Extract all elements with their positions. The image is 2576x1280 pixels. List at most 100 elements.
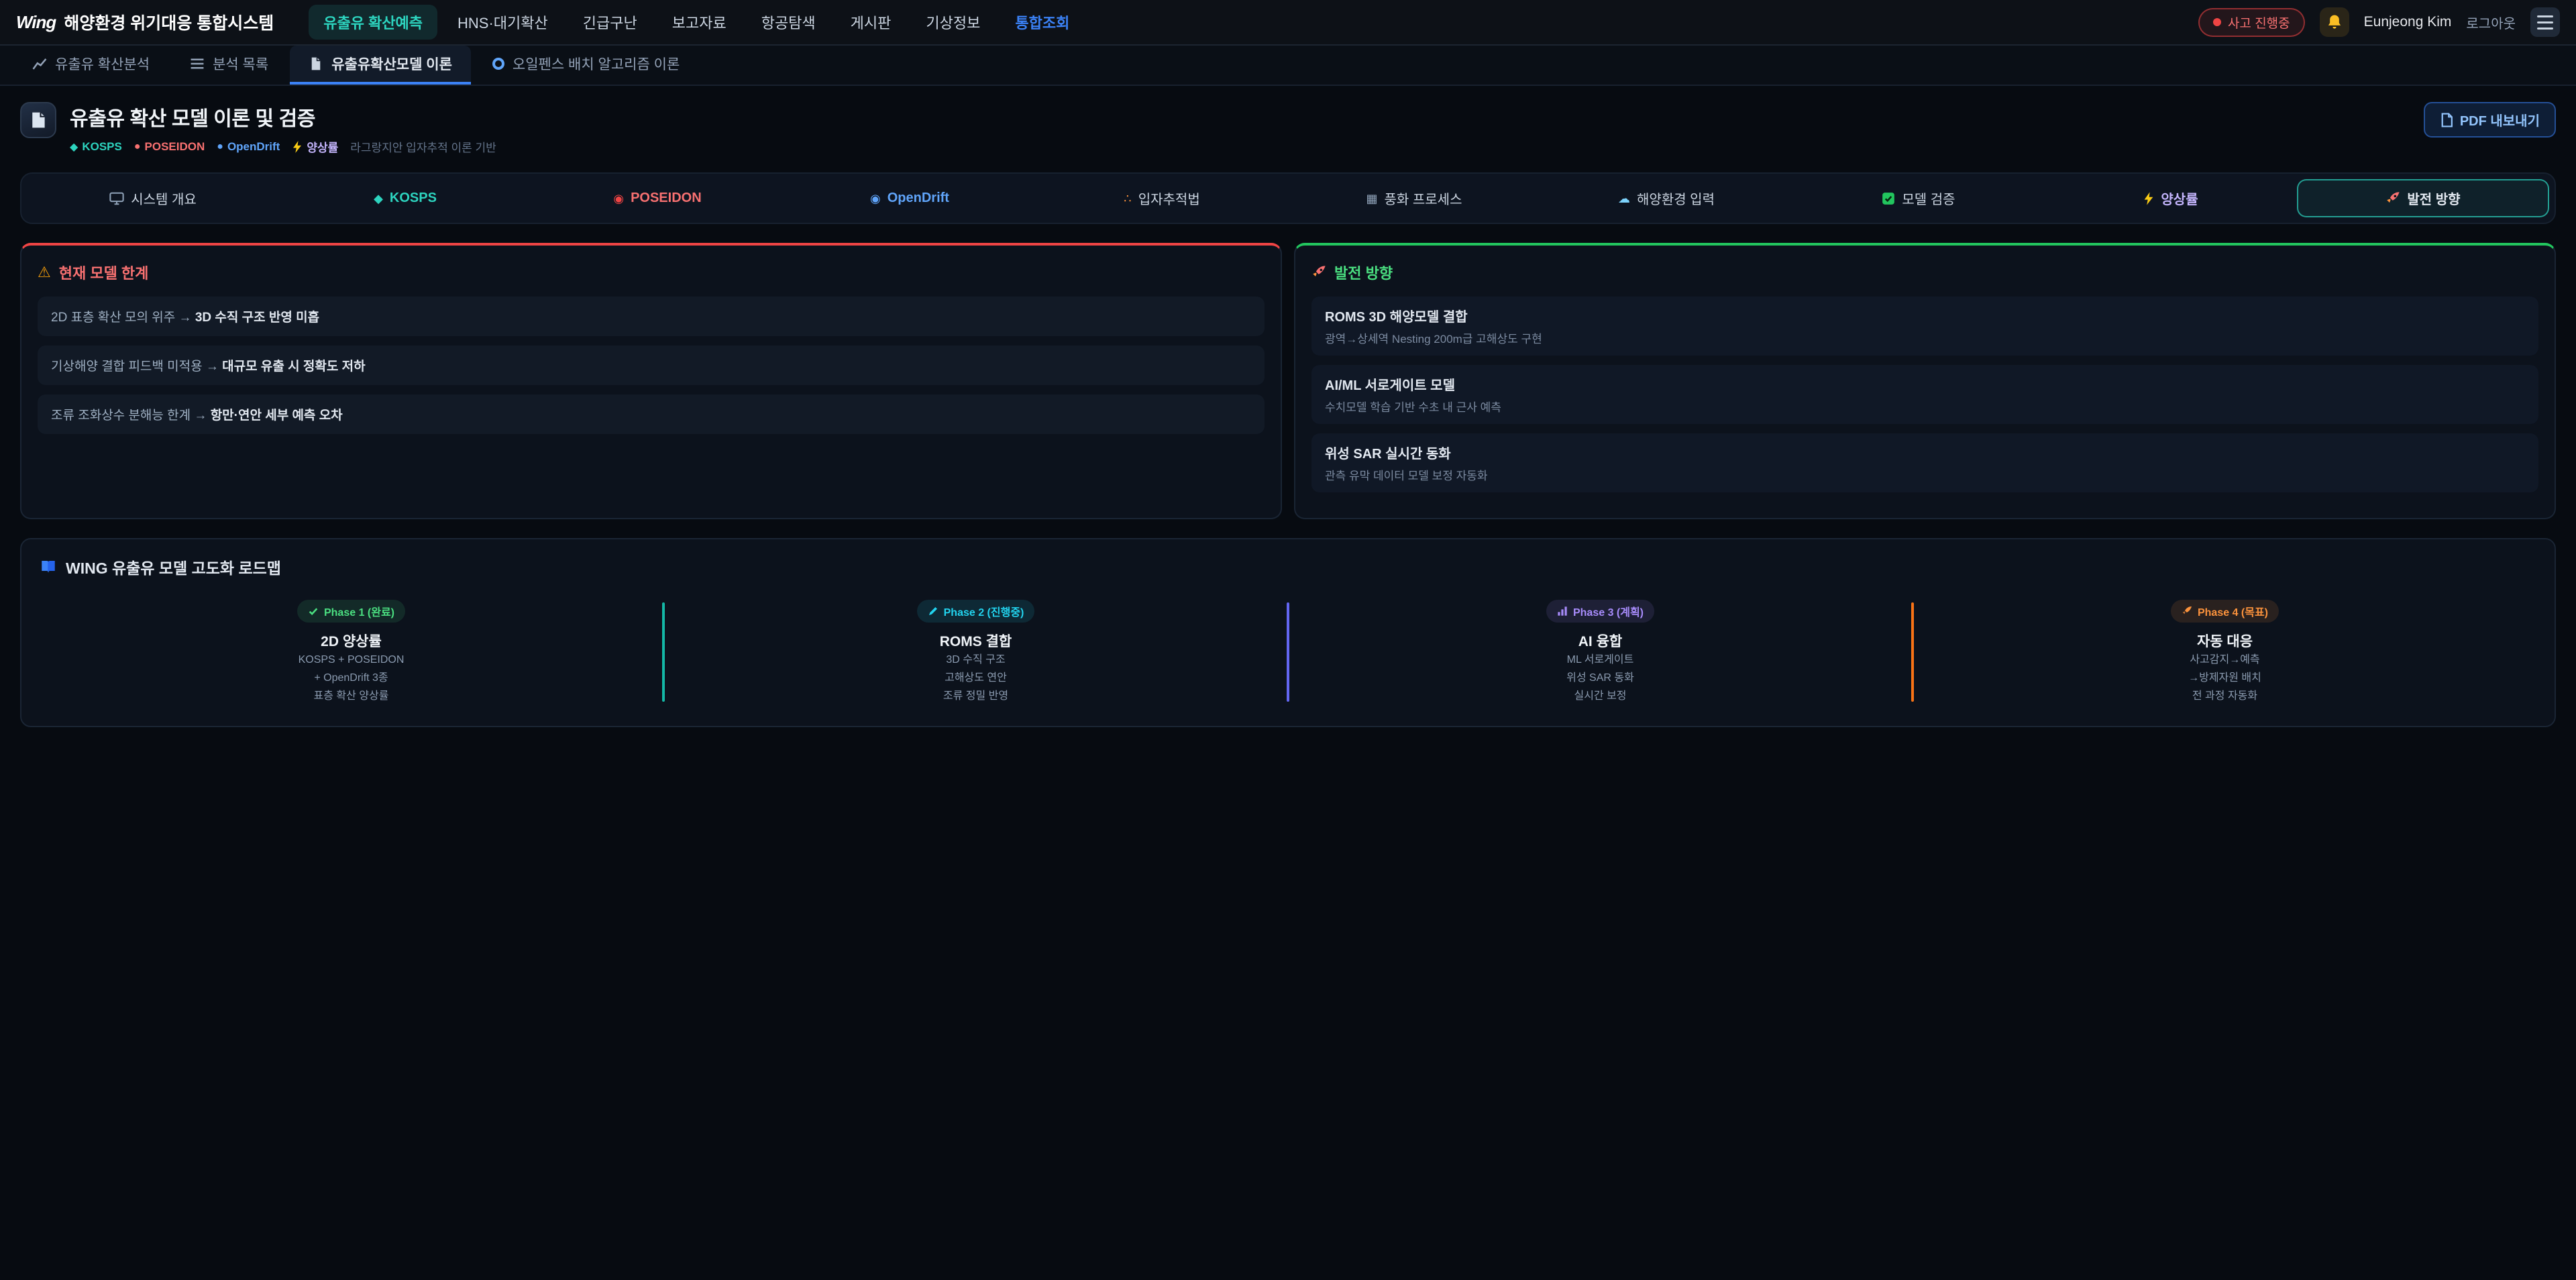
section-tab-model-validation[interactable]: 모델 검증 — [1792, 179, 2045, 217]
logout-button[interactable]: 로그아웃 — [2466, 13, 2516, 32]
donut-circle-icon — [492, 58, 504, 70]
limitation-item: 기상해양 결합 피드백 미적용 → 대규모 유출 시 정확도 저하 — [38, 345, 1265, 385]
info-panels-row: ⚠ 현재 모델 한계 2D 표층 확산 모의 위주 → 3D 수직 구조 반영 … — [20, 243, 2556, 519]
phase-1-name: 2D 양상률 — [321, 631, 382, 651]
app-logo[interactable]: Wing 해양환경 위기대응 통합시스템 — [16, 10, 274, 34]
limitation-item: 조류 조화상수 분해능 한계 → 항만·연안 세부 예측 오차 — [38, 394, 1265, 434]
tab-spill-analysis[interactable]: 유출유 확산분석 — [13, 46, 168, 85]
secondary-tab-bar: 유출유 확산분석 분석 목록 유출유확산모델 이론 오일펜스 배치 알고리즘 이… — [0, 46, 2576, 86]
nav-item-weather-info[interactable]: 기상정보 — [911, 5, 995, 40]
nav-item-integrated-search[interactable]: 통합조회 — [1000, 5, 1084, 40]
phase-3-badge: Phase 3 (계획) — [1546, 600, 1654, 623]
phase-1-badge: Phase 1 (완료) — [297, 600, 405, 623]
directions-panel-title: 발전 방향 — [1311, 262, 2538, 283]
nav-item-aerial-search[interactable]: 항공탐색 — [747, 5, 830, 40]
limitation-item: 2D 표층 확산 모의 위주 → 3D 수직 구조 반영 미흡 — [38, 297, 1265, 336]
section-tab-particle-tracking[interactable]: ∴ 입자추적법 — [1036, 179, 1288, 217]
badge-yangsang: 양상률 — [292, 138, 338, 155]
roadmap-phase-2: Phase 2 (진행중) ROMS 결합 3D 수직 구조 고해상도 연안 조… — [665, 600, 1287, 704]
badge-opendrift: ●OpenDrift — [217, 140, 280, 154]
roadmap-title: WING 유출유 모델 고도화 로드맵 — [40, 555, 2536, 578]
cloud-icon: ☁ — [1618, 193, 1630, 205]
nav-item-oil-spill-prediction[interactable]: 유출유 확산예측 — [309, 5, 437, 40]
topnav-right-group: 사고 진행중 Eunjeong Kim 로그아웃 — [2198, 7, 2560, 37]
notification-bell-button[interactable] — [2320, 7, 2349, 37]
tab-analysis-list[interactable]: 분석 목록 — [171, 46, 287, 85]
direction-item: AI/ML 서로게이트 모델 수치모델 학습 기반 수초 내 근사 예측 — [1311, 365, 2538, 424]
tab-spill-model-theory[interactable]: 유출유확산모델 이론 — [290, 46, 471, 85]
section-tab-ocean-environment-input[interactable]: ☁ 해양환경 입력 — [1540, 179, 1792, 217]
bell-icon — [2326, 13, 2343, 31]
page-header: 유출유 확산 모델 이론 및 검증 ◆KOSPS ●POSEIDON ●Open… — [20, 102, 2556, 155]
badge-kosps: ◆KOSPS — [70, 140, 122, 154]
phase-3-name: AI 융합 — [1578, 631, 1622, 651]
model-badge-row: ◆KOSPS ●POSEIDON ●OpenDrift 양상률 라그랑지안 입자… — [70, 138, 496, 155]
nav-item-reports[interactable]: 보고자료 — [657, 5, 741, 40]
hamburger-icon — [2537, 15, 2553, 17]
development-direction-panel: 발전 방향 ROMS 3D 해양모델 결합 광역→상세역 Nesting 200… — [1294, 243, 2556, 519]
roadmap-phase-1: Phase 1 (완료) 2D 양상률 KOSPS + POSEIDON + O… — [40, 600, 662, 704]
roadmap-phases: Phase 1 (완료) 2D 양상률 KOSPS + POSEIDON + O… — [40, 600, 2536, 704]
rocket-icon — [1311, 265, 1326, 280]
page-title: 유출유 확산 모델 이론 및 검증 — [70, 102, 496, 131]
bolt-icon — [2143, 192, 2154, 205]
nav-item-emergency-rescue[interactable]: 긴급구난 — [568, 5, 652, 40]
section-tab-kosps[interactable]: ◆ KOSPS — [279, 179, 531, 217]
wing-logo-icon: Wing — [16, 12, 56, 33]
section-tab-poseidon[interactable]: ◉ POSEIDON — [531, 179, 784, 217]
phase-2-badge: Phase 2 (진행중) — [917, 600, 1035, 623]
page-title-icon-box — [20, 102, 56, 138]
book-icon — [40, 559, 56, 575]
direction-item: ROMS 3D 해양모델 결합 광역→상세역 Nesting 200m급 고해상… — [1311, 297, 2538, 356]
page-title-block: 유출유 확산 모델 이론 및 검증 ◆KOSPS ●POSEIDON ●Open… — [70, 102, 496, 155]
pdf-export-button[interactable]: PDF 내보내기 — [2424, 102, 2556, 138]
section-tab-development-direction[interactable]: 발전 방향 — [2297, 179, 2549, 217]
application-window: Wing 해양환경 위기대응 통합시스템 유출유 확산예측 HNS·대기확산 긴… — [0, 0, 2576, 1280]
nav-item-board[interactable]: 게시판 — [836, 5, 906, 40]
nav-item-hns-air-diffusion[interactable]: HNS·대기확산 — [443, 5, 563, 40]
diamond-icon: ◆ — [374, 193, 383, 205]
user-name: Eunjeong Kim — [2364, 14, 2452, 30]
list-icon — [190, 56, 205, 71]
check-icon — [308, 606, 319, 617]
section-tab-opendrift[interactable]: ◉ OpenDrift — [784, 179, 1036, 217]
section-tab-yangsang[interactable]: 양상률 — [2045, 179, 2297, 217]
page-subtitle: 라그랑지안 입자추적 이론 기반 — [350, 138, 496, 155]
incident-badge-label: 사고 진행중 — [2228, 13, 2290, 32]
blue-ring-icon: ◉ — [870, 193, 881, 205]
tab-oil-fence-algorithm-theory[interactable]: 오일펜스 배치 알고리즘 이론 — [474, 46, 698, 85]
section-tab-system-overview[interactable]: 시스템 개요 — [27, 179, 279, 217]
roadmap-phase-4: Phase 4 (목표) 자동 대응 사고감지→예측 →방제자원 배치 전 과정… — [1914, 600, 2536, 704]
warning-icon: ⚠ — [38, 264, 51, 281]
rocket-icon — [2182, 606, 2192, 617]
bar-chart-icon — [1557, 606, 1568, 617]
pdf-icon — [2440, 113, 2453, 127]
incident-status-badge[interactable]: 사고 진행중 — [2198, 8, 2305, 37]
badge-poseidon: ●POSEIDON — [134, 140, 205, 154]
menu-hamburger-button[interactable] — [2530, 7, 2560, 37]
monitor-icon — [109, 192, 124, 205]
phase-4-badge: Phase 4 (목표) — [2171, 600, 2279, 623]
model-document-icon — [29, 111, 48, 129]
page-content: 유출유 확산 모델 이론 및 검증 ◆KOSPS ●POSEIDON ●Open… — [0, 86, 2576, 743]
phase-4-name: 자동 대응 — [2197, 631, 2253, 651]
section-tab-weathering-process[interactable]: ▦ 풍화 프로세스 — [1288, 179, 1540, 217]
direction-item: 위성 SAR 실시간 동화 관측 유막 데이터 모델 보정 자동화 — [1311, 433, 2538, 492]
incident-dot-icon — [2213, 18, 2221, 26]
red-dot-icon: ● — [134, 141, 141, 153]
roadmap-panel: WING 유출유 모델 고도화 로드맵 Phase 1 (완료) 2D 양상률 … — [20, 538, 2556, 727]
wrench-icon — [928, 606, 938, 617]
check-square-icon — [1882, 192, 1895, 205]
roadmap-phase-3: Phase 3 (계획) AI 융합 ML 서로게이트 위성 SAR 동화 실시… — [1289, 600, 1911, 704]
document-icon — [309, 56, 323, 71]
limitations-panel-title: ⚠ 현재 모델 한계 — [38, 262, 1265, 283]
diamond-icon: ◆ — [70, 140, 78, 154]
top-navigation-bar: Wing 해양환경 위기대응 통합시스템 유출유 확산예측 HNS·대기확산 긴… — [0, 0, 2576, 46]
bolt-icon — [292, 141, 303, 153]
red-ring-icon: ◉ — [613, 193, 624, 205]
rocket-icon — [2385, 191, 2400, 206]
phase-2-name: ROMS 결합 — [940, 631, 1012, 651]
current-model-limitations-panel: ⚠ 현재 모델 한계 2D 표층 확산 모의 위주 → 3D 수직 구조 반영 … — [20, 243, 1282, 519]
chart-icon — [32, 56, 47, 71]
app-title: 해양환경 위기대응 통합시스템 — [64, 10, 274, 34]
